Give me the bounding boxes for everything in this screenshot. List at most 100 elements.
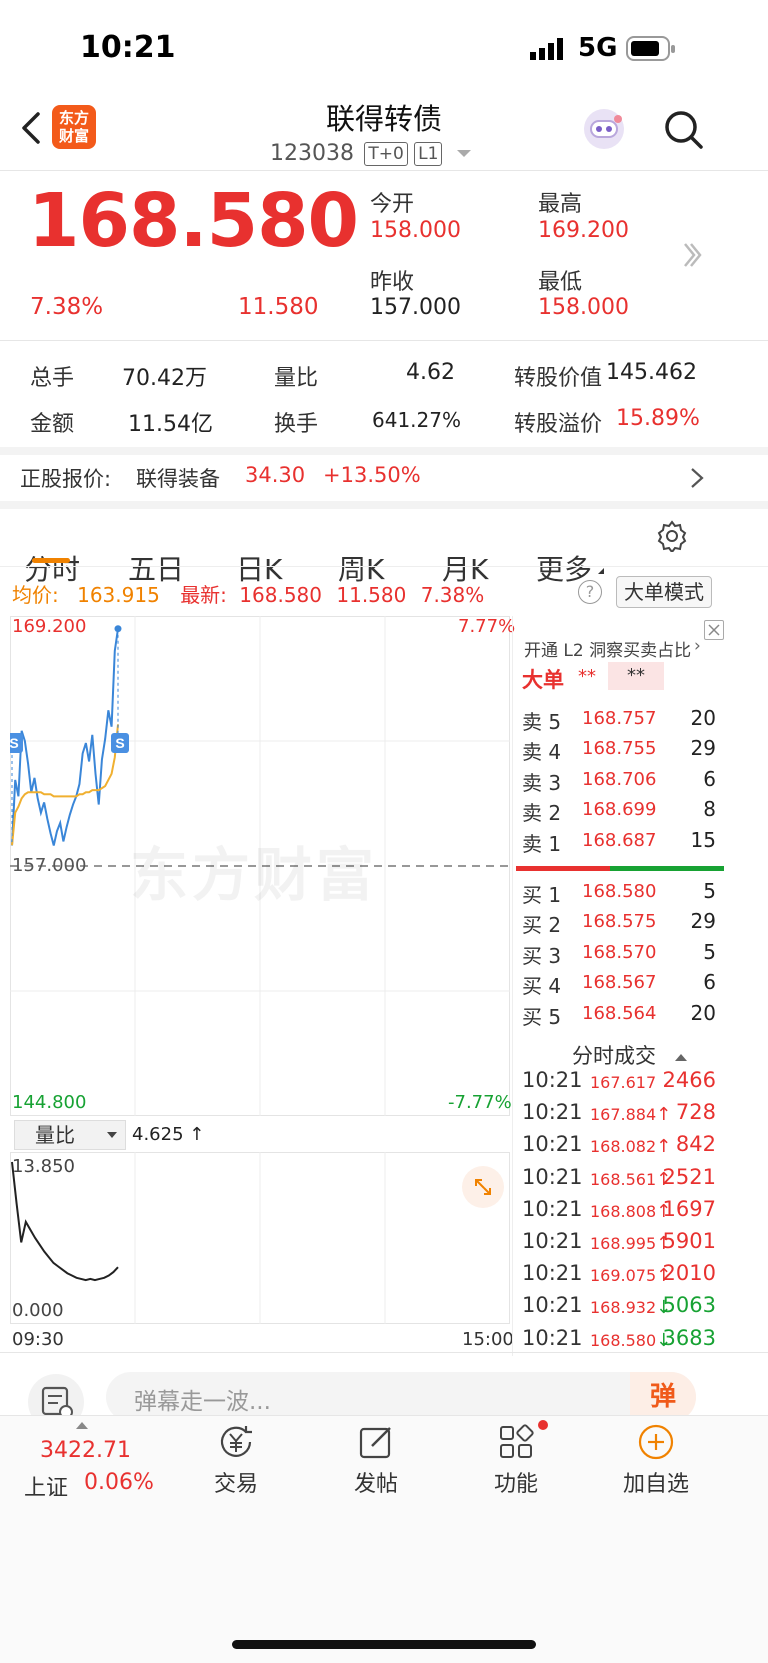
sub-top-label: 13.850 [12, 1156, 75, 1177]
ask-volume: 29 [690, 736, 716, 761]
trade-row: 10:21 169.075↑ 2010 [522, 1261, 716, 1293]
trade-price: 169.075↑ [590, 1265, 671, 1286]
sub-chart-grid [10, 1152, 510, 1324]
index-ticker[interactable]: 3422.71 上证 0.06% [20, 1420, 170, 1510]
trade-volume: 3683 [662, 1325, 716, 1350]
l2-promo-banner[interactable]: 开通 L2 洞察买卖占比 › [516, 622, 716, 661]
latest-value: 168.580 [239, 583, 323, 607]
big-order-value-1: ** [578, 666, 596, 687]
post-edit-icon [359, 1427, 391, 1459]
trade-direction-icon: ↑ [656, 1104, 672, 1126]
prev-close-value: 157.000 [370, 295, 461, 320]
trades-title[interactable]: 分时成交 [572, 1040, 687, 1070]
bid-level-label: 买 2 [522, 913, 562, 938]
trade-volume: 5063 [662, 1293, 716, 1318]
underlying-change: +13.50% [323, 463, 421, 487]
volume-label: 总手 [30, 366, 75, 391]
page-title: 联得转债 [325, 102, 442, 136]
trade-row: 10:21 167.617 2466 [522, 1068, 716, 1100]
ask-volume: 6 [703, 766, 716, 791]
x-end-label: 15:00 [462, 1329, 514, 1350]
trade-price-value: 168.808 [590, 1201, 657, 1221]
latest-pct: 7.38% [420, 583, 485, 607]
ask-price: 168.706 [582, 768, 657, 790]
bid-price: 168.575 [582, 911, 657, 933]
trade-row: 10:21 168.932↓ 5063 [522, 1293, 716, 1325]
x-start-label: 09:30 [12, 1329, 64, 1350]
trade-price-value: 167.884 [590, 1105, 657, 1125]
bid-row: 买 2 168.575 29 [522, 909, 716, 939]
low-value: 158.000 [538, 295, 629, 320]
bid-level-label: 买 4 [522, 974, 562, 999]
trade-price: 168.995↑ [590, 1233, 671, 1254]
trade-time: 10:21 [522, 1261, 583, 1286]
robot-avatar-icon[interactable] [582, 107, 626, 151]
latest-change: 11.580 [336, 583, 407, 607]
open-value: 158.000 [370, 218, 461, 243]
last-price: 168.580 [28, 178, 359, 264]
amount-label: 金额 [30, 412, 75, 437]
sell-signal-icon[interactable]: S [111, 733, 129, 754]
y-top-pct-label: 7.77% [458, 616, 516, 637]
trade-price: 168.580↓ [590, 1330, 671, 1351]
tab-active-indicator [32, 558, 70, 563]
ask-level-label: 卖 3 [522, 770, 562, 795]
ask-row: 卖 2 168.699 8 [522, 797, 716, 827]
ask-volume: 15 [690, 827, 716, 852]
high-label: 最高 [538, 192, 583, 217]
close-banner-button[interactable] [704, 620, 724, 640]
fullscreen-button[interactable] [462, 1166, 504, 1208]
add-circle-icon [638, 1424, 674, 1460]
settings-gear-icon[interactable] [656, 520, 688, 556]
indicator-selector-label: 量比 [35, 1123, 75, 1147]
expand-arrows-icon [475, 1179, 491, 1195]
caret-down-icon [456, 150, 471, 157]
trade-volume: 1697 [662, 1196, 716, 1221]
prev-close-label: 昨收 [370, 270, 415, 295]
bid-level-label: 买 5 [522, 1004, 562, 1029]
trade-time: 10:21 [522, 1100, 583, 1125]
volume-ratio-chart[interactable] [10, 1152, 510, 1324]
signal-icon [530, 38, 564, 60]
trade-price: 167.884↑ [590, 1104, 671, 1125]
ask-row: 卖 3 168.706 6 [522, 767, 716, 797]
nav-functions-label: 功能 [493, 1472, 538, 1497]
trade-price-value: 168.932 [590, 1298, 657, 1318]
bid-price: 168.564 [582, 1002, 657, 1024]
home-indicator [232, 1640, 536, 1649]
t0-badge: T+0 [364, 141, 408, 166]
search-icon[interactable] [662, 108, 704, 154]
danmaku-icon: 弹 [649, 1382, 676, 1412]
trade-time: 10:21 [522, 1132, 583, 1157]
trade-time: 10:21 [522, 1325, 583, 1350]
ask-price: 168.755 [582, 738, 657, 760]
open-label: 今开 [370, 192, 415, 217]
stock-code-row[interactable]: 123038 T+0 L1 [270, 140, 471, 168]
ask-row: 卖 5 168.757 20 [522, 706, 716, 736]
y-top-label: 169.200 [12, 616, 87, 637]
expand-quote-icon[interactable] [682, 240, 702, 274]
bid-volume: 5 [703, 879, 716, 903]
bid-price: 168.567 [582, 972, 657, 994]
underlying-stock-row[interactable]: 正股报价: 联得装备 34.30 +13.50% [0, 455, 768, 501]
conversion-value-label: 转股价值 [514, 366, 603, 391]
turnover-label: 换手 [274, 412, 319, 437]
index-value: 3422.71 [40, 1438, 131, 1463]
big-order-mode-button[interactable]: 大单模式 [616, 576, 712, 608]
help-icon[interactable]: ? [578, 580, 602, 604]
nav-post-label: 发帖 [353, 1472, 398, 1497]
index-up-icon [76, 1422, 88, 1429]
trade-price-value: 169.075 [590, 1266, 657, 1286]
bid-level-label: 买 1 [522, 883, 562, 907]
trade-row: 10:21 168.995↑ 5901 [522, 1229, 716, 1261]
trade-yen-icon [220, 1426, 252, 1457]
selector-caret-icon [107, 1132, 117, 1138]
trade-price-value: 168.580 [590, 1330, 657, 1350]
notification-dot [538, 1420, 548, 1430]
close-icon [708, 624, 720, 636]
volume-ratio-line [11, 1161, 119, 1282]
indicator-selector[interactable]: 量比 [14, 1120, 126, 1150]
y-mid-label: 157.000 [12, 855, 87, 876]
sell-signal-icon[interactable]: S [10, 733, 23, 754]
bid-price: 168.570 [582, 941, 657, 963]
